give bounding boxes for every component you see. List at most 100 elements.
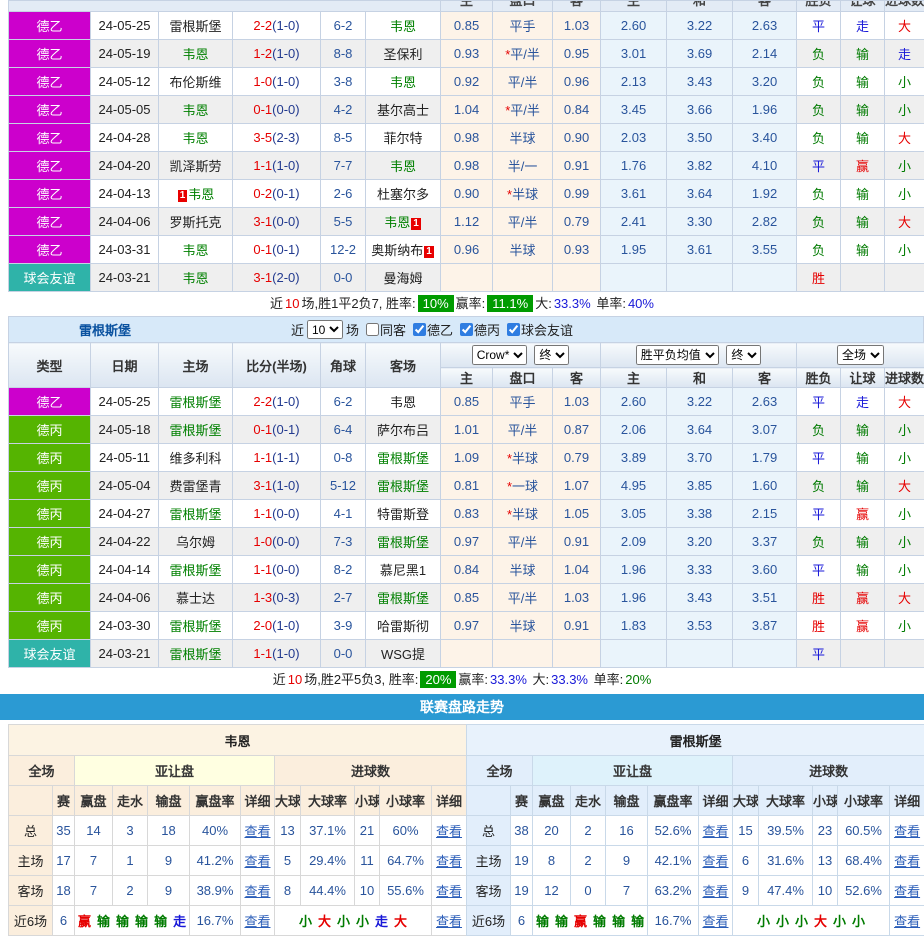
trend-item: 输 bbox=[135, 914, 148, 929]
handicap-cell: 半球 bbox=[493, 236, 553, 264]
view-link[interactable]: 查看 bbox=[894, 884, 920, 899]
ah-away-odds: 0.79 bbox=[553, 208, 601, 236]
eu-draw-odds: 3.22 bbox=[667, 12, 733, 40]
ah-away-odds: 0.79 bbox=[553, 444, 601, 472]
eu-home-odds: 2.06 bbox=[601, 416, 667, 444]
handicap-cell: *半球 bbox=[493, 444, 553, 472]
match-date: 24-04-20 bbox=[91, 152, 159, 180]
clipped-header-row: 主 盘口 客 主 和 客 胜负 让球 进球数 bbox=[9, 1, 924, 12]
handicap-cell bbox=[493, 640, 553, 668]
view-link[interactable]: 查看 bbox=[244, 914, 270, 929]
handicap-trend: 赢输输输输走 bbox=[75, 906, 190, 936]
view-link[interactable]: 查看 bbox=[702, 914, 728, 929]
result-goals: 大 bbox=[885, 12, 924, 40]
stats-row-label: 近6场 bbox=[9, 906, 53, 936]
stats-value: 18 bbox=[53, 876, 75, 906]
stats-col-header: 赢盘 bbox=[75, 786, 113, 816]
odds-source-select[interactable]: Crow* bbox=[472, 345, 527, 365]
league-cell: 德乙 bbox=[9, 96, 91, 124]
trend-item: 小 bbox=[776, 914, 789, 929]
ah-home-odds: 0.81 bbox=[441, 472, 493, 500]
match-date: 24-05-18 bbox=[91, 416, 159, 444]
stats-value: 47.4% bbox=[759, 876, 813, 906]
score-fulltime: 1-1 bbox=[253, 158, 272, 173]
match-row: 德乙24-05-12布伦斯维1-0(1-0)3-8韦恩0.92平/半0.962.… bbox=[9, 68, 924, 96]
stats-col-header: 走水 bbox=[571, 786, 606, 816]
eu-home-odds: 2.60 bbox=[601, 388, 667, 416]
view-link[interactable]: 查看 bbox=[244, 884, 270, 899]
scope-select[interactable]: 全场 bbox=[837, 345, 884, 365]
ah-home-odds: 1.04 bbox=[441, 96, 493, 124]
filter-checkbox-input[interactable] bbox=[366, 323, 379, 336]
away-cell: 慕尼黑1 bbox=[366, 556, 441, 584]
score-halftime: (1-1) bbox=[272, 450, 299, 465]
col-label: 让球 bbox=[841, 1, 884, 12]
europe-select[interactable]: 胜平负均值 bbox=[636, 345, 719, 365]
stats-col-header: 小球率 bbox=[380, 786, 432, 816]
ah-away-odds: 0.99 bbox=[553, 180, 601, 208]
filter-checkbox-input[interactable] bbox=[460, 323, 473, 336]
ah-home-odds bbox=[441, 640, 493, 668]
away-team: 曼海姆 bbox=[384, 271, 423, 286]
stats-value: 7 bbox=[606, 876, 648, 906]
eu-draw-odds: 3.43 bbox=[667, 68, 733, 96]
match-row: 德丙24-04-22乌尔姆1-0(0-0)7-3雷根斯堡0.97平/半0.912… bbox=[9, 528, 924, 556]
col-eu-home: 主 bbox=[601, 368, 667, 388]
stats-value: 9 bbox=[148, 846, 190, 876]
view-link[interactable]: 查看 bbox=[894, 854, 920, 869]
score-cell: 1-1(0-0) bbox=[233, 556, 321, 584]
col-eu-away: 客 bbox=[733, 368, 797, 388]
view-link[interactable]: 查看 bbox=[244, 854, 270, 869]
eu-home-odds: 2.03 bbox=[601, 124, 667, 152]
result-goals: 小 bbox=[885, 500, 924, 528]
score-fulltime: 1-1 bbox=[253, 562, 272, 577]
eu-home-odds: 1.96 bbox=[601, 584, 667, 612]
col-result-handicap: 让球 bbox=[841, 368, 885, 388]
group-goals: 进球数 bbox=[275, 756, 467, 786]
result-wdl: 平 bbox=[797, 500, 841, 528]
trend-item: 输 bbox=[97, 914, 110, 929]
stats-value: 10 bbox=[355, 876, 380, 906]
near-count-select[interactable]: 10 bbox=[307, 320, 343, 339]
detail-cell: 查看 bbox=[432, 876, 467, 906]
view-link[interactable]: 查看 bbox=[244, 824, 270, 839]
detail-cell: 查看 bbox=[699, 816, 733, 846]
col-label: 客 bbox=[733, 1, 796, 12]
score-cell: 0-1(0-1) bbox=[233, 416, 321, 444]
score-fulltime: 1-3 bbox=[253, 590, 272, 605]
view-link[interactable]: 查看 bbox=[702, 884, 728, 899]
view-link[interactable]: 查看 bbox=[436, 824, 462, 839]
stats-value: 20 bbox=[533, 816, 571, 846]
odds-time-select[interactable]: 终 bbox=[534, 345, 569, 365]
match-date: 24-05-04 bbox=[91, 472, 159, 500]
stats-col-header: 小球 bbox=[813, 786, 838, 816]
stats-row: 客场1872938.9%查看844.4%1055.6%查看 bbox=[9, 876, 467, 906]
view-link[interactable]: 查看 bbox=[702, 824, 728, 839]
view-link[interactable]: 查看 bbox=[894, 824, 920, 839]
view-link[interactable]: 查看 bbox=[436, 884, 462, 899]
stats-value: 38.9% bbox=[190, 876, 241, 906]
goals-trend: 小小小大小小 bbox=[733, 906, 890, 936]
match-row: 球会友谊24-03-21韦恩3-1(2-0)0-0曼海姆胜 bbox=[9, 264, 924, 292]
handicap-text: 半球 bbox=[509, 619, 535, 634]
league-cell: 德乙 bbox=[9, 236, 91, 264]
away-team: WSG提 bbox=[381, 647, 425, 662]
filter-checkbox-input[interactable] bbox=[413, 323, 426, 336]
view-link[interactable]: 查看 bbox=[702, 854, 728, 869]
match-row: 德乙24-05-25雷根斯堡2-2(1-0)6-2韦恩0.85平手1.032.6… bbox=[9, 12, 924, 40]
eu-away-odds: 1.60 bbox=[733, 472, 797, 500]
handicap-cell: 半球 bbox=[493, 124, 553, 152]
eu-draw-odds: 3.30 bbox=[667, 208, 733, 236]
away-cell: 韦恩 bbox=[366, 12, 441, 40]
view-link[interactable]: 查看 bbox=[436, 854, 462, 869]
result-handicap: 输 bbox=[841, 472, 885, 500]
view-link[interactable]: 查看 bbox=[436, 914, 462, 929]
europe-time-select[interactable]: 终 bbox=[726, 345, 761, 365]
filter-checkbox-input[interactable] bbox=[507, 323, 520, 336]
handicap-text: 平/半 bbox=[510, 103, 540, 118]
stats-value: 16 bbox=[606, 816, 648, 846]
eu-draw-odds: 3.82 bbox=[667, 152, 733, 180]
view-link[interactable]: 查看 bbox=[894, 914, 920, 929]
result-handicap: 赢 bbox=[841, 500, 885, 528]
stats-row-label: 主场 bbox=[9, 846, 53, 876]
